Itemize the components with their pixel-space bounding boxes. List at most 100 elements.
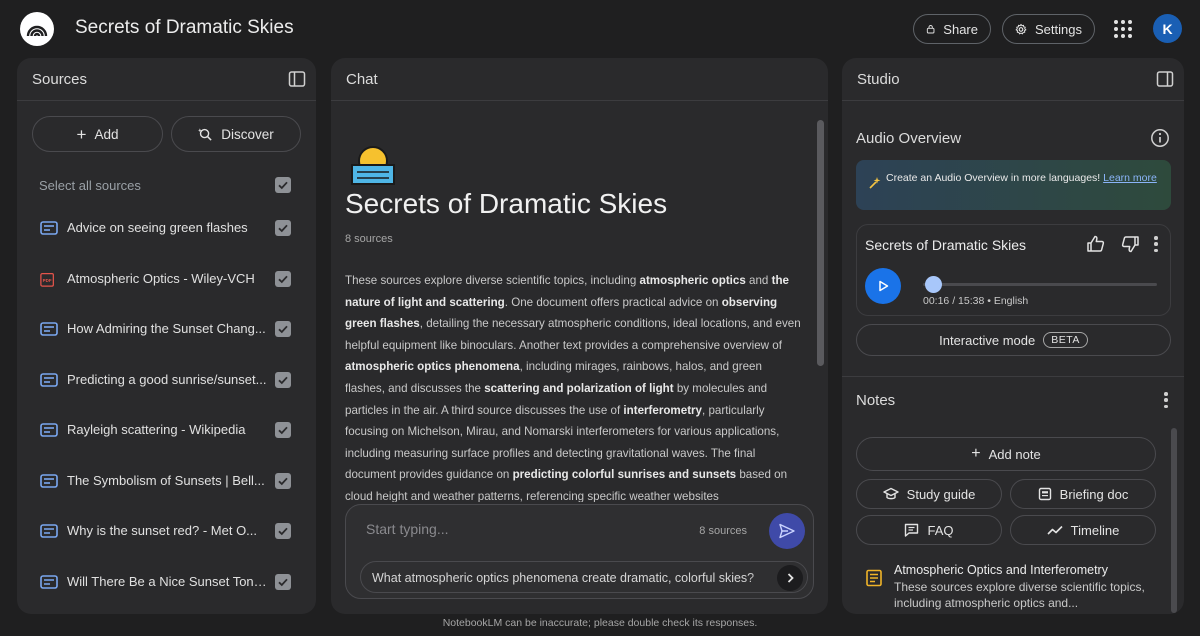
doc-icon <box>40 372 58 387</box>
input-source-count: 8 sources <box>699 525 747 537</box>
notebooklm-logo-icon[interactable] <box>20 12 54 46</box>
chevron-right-icon[interactable] <box>777 565 803 591</box>
source-checkbox[interactable] <box>275 220 291 236</box>
section-divider <box>842 376 1184 377</box>
share-button[interactable]: Share <box>913 14 991 44</box>
chat-scrollbar[interactable] <box>817 120 824 366</box>
send-button[interactable] <box>769 513 805 549</box>
source-label: Rayleigh scattering - Wikipedia <box>67 422 246 437</box>
notes-more-icon[interactable] <box>1164 392 1168 408</box>
avatar[interactable]: K <box>1153 14 1182 43</box>
note-title: Atmospheric Optics and Interferometry <box>894 563 1108 577</box>
briefing-doc-button[interactable]: Briefing doc <box>1010 479 1156 509</box>
chat-input[interactable]: Start typing... <box>366 521 448 537</box>
language-promo-banner: Create an Audio Overview in more languag… <box>856 160 1171 210</box>
source-checkbox[interactable] <box>275 371 291 388</box>
source-item[interactable]: The Symbolism of Sunsets | Bell... <box>17 472 316 524</box>
source-label: Why is the sunset red? - Met O... <box>67 523 258 538</box>
collapse-panel-icon[interactable] <box>288 70 306 88</box>
source-label: Will There Be a Nice Sunset Toni... <box>67 573 267 589</box>
chat-header: Chat <box>331 58 828 101</box>
source-checkbox[interactable] <box>275 573 291 590</box>
audio-title: Secrets of Dramatic Skies <box>865 237 1027 253</box>
source-checkbox[interactable] <box>275 270 291 287</box>
source-item[interactable]: PDF Atmospheric Optics - Wiley-VCH <box>17 270 316 322</box>
check-icon <box>278 325 288 334</box>
doc-icon <box>40 423 58 437</box>
notebook-summary: These sources explore diverse scientific… <box>345 270 805 502</box>
thumbs-up-icon[interactable] <box>1086 234 1106 254</box>
add-source-button[interactable]: + Add <box>32 116 163 152</box>
disclaimer-footer: NotebookLM can be inaccurate; please dou… <box>442 617 758 629</box>
source-item[interactable]: Why is the sunset red? - Met O... <box>17 523 316 574</box>
interactive-mode-button[interactable]: Interactive mode BETA <box>856 324 1171 356</box>
chat-title: Chat <box>346 71 378 88</box>
settings-label: Settings <box>1035 21 1082 37</box>
source-item[interactable]: Rayleigh scattering - Wikipedia <box>17 422 316 473</box>
info-icon[interactable] <box>1150 128 1170 148</box>
source-label: How Admiring the Sunset Chang... <box>67 321 266 336</box>
summary-text: These sources explore diverse scientific… <box>345 274 640 287</box>
plus-icon: + <box>971 445 981 462</box>
source-checkbox[interactable] <box>275 472 291 489</box>
audio-time: 00:16 / 15:38 • English <box>923 295 1029 307</box>
audio-actions <box>1086 234 1158 254</box>
pdf-icon: PDF <box>40 272 54 287</box>
summary-text: . One document offers practical advice o… <box>504 295 722 309</box>
chat-composer: Start typing... 8 sources What atmospher… <box>345 504 814 599</box>
studio-scrollbar[interactable] <box>1171 428 1177 613</box>
source-checkbox[interactable] <box>275 523 291 539</box>
source-item[interactable]: Predicting a good sunrise/sunset... <box>17 371 316 423</box>
check-icon <box>278 275 288 283</box>
audio-progress-knob[interactable] <box>924 276 942 293</box>
select-all-label: Select all sources <box>39 178 141 193</box>
collapse-panel-icon[interactable] <box>1156 70 1174 88</box>
discover-button[interactable]: Discover <box>171 116 301 152</box>
suggested-question[interactable]: What atmospheric optics phenomena create… <box>360 561 808 593</box>
doc-icon <box>40 221 58 235</box>
summary-highlight: atmospheric optics <box>639 274 746 287</box>
chat-content: Secrets of Dramatic Skies 8 sources Thes… <box>331 102 828 502</box>
check-icon <box>278 181 288 190</box>
play-icon <box>879 280 889 292</box>
sources-title: Sources <box>32 71 88 88</box>
timeline-button[interactable]: Timeline <box>1010 515 1156 545</box>
source-item[interactable]: How Admiring the Sunset Chang... <box>17 321 316 372</box>
faq-chat-icon <box>905 523 919 537</box>
doc-icon <box>40 322 58 336</box>
play-button[interactable] <box>865 268 901 304</box>
source-item[interactable]: Advice on seeing green flashes <box>17 220 316 271</box>
notebook-heading: Secrets of Dramatic Skies <box>345 188 668 219</box>
faq-button[interactable]: FAQ <box>856 515 1002 545</box>
studio-header: Studio <box>842 58 1184 101</box>
graduation-cap-icon <box>882 487 899 500</box>
add-note-button[interactable]: + Add note <box>856 437 1156 471</box>
source-checkbox[interactable] <box>275 422 291 438</box>
studio-panel: Studio Audio Overview Create an Audio Ov… <box>842 58 1184 614</box>
sparkle-icon <box>869 177 881 189</box>
top-bar: Secrets of Dramatic Skies Share Settings… <box>0 0 1200 58</box>
faq-label: FAQ <box>927 522 954 538</box>
apps-grid-icon[interactable] <box>1113 19 1133 39</box>
timeline-icon <box>1047 525 1063 535</box>
study-guide-button[interactable]: Study guide <box>856 479 1002 509</box>
select-all-checkbox[interactable] <box>275 177 291 193</box>
check-icon <box>278 477 288 485</box>
audio-progress-track[interactable] <box>923 283 1157 286</box>
settings-button[interactable]: Settings <box>1002 14 1095 44</box>
discover-label: Discover <box>221 126 274 142</box>
lock-icon <box>926 25 935 34</box>
notebook-title[interactable]: Secrets of Dramatic Skies <box>75 17 294 39</box>
source-checkbox[interactable] <box>275 321 291 337</box>
learn-more-link[interactable]: Learn more <box>1103 172 1157 184</box>
note-icon <box>866 569 882 587</box>
audio-more-icon[interactable] <box>1154 236 1158 252</box>
thumbs-down-icon[interactable] <box>1120 234 1140 254</box>
sources-panel: Sources + Add Discover Select all source… <box>17 58 316 614</box>
source-item[interactable]: Will There Be a Nice Sunset Toni... <box>17 573 316 615</box>
summary-highlight: predicting colorful sunrises and sunsets <box>512 468 737 482</box>
note-body: These sources explore diverse scientific… <box>894 580 1145 610</box>
promo-message: Create an Audio Overview in more languag… <box>886 172 1101 184</box>
audio-overview-title: Audio Overview <box>856 130 962 147</box>
share-label: Share <box>943 21 978 37</box>
